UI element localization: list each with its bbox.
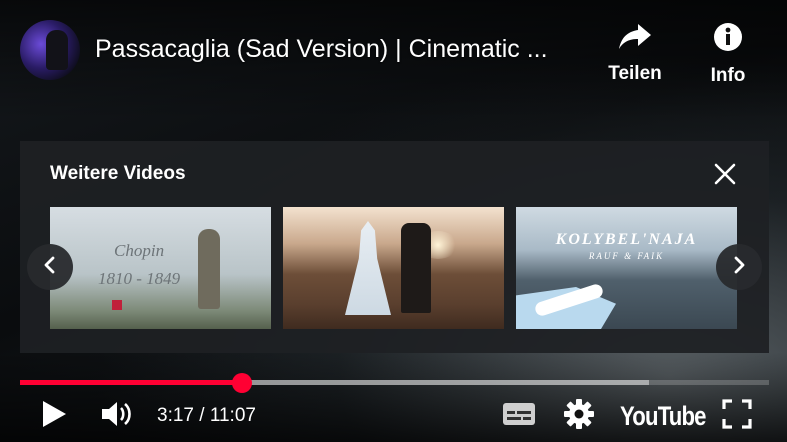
volume-icon [100,399,134,434]
play-icon [40,399,68,434]
time-display: 3:17 / 11:07 [157,405,256,426]
thumbnail-badge [112,300,122,310]
subtitles-button[interactable] [502,398,536,434]
next-videos-button[interactable] [716,244,762,290]
settings-button[interactable] [563,398,595,434]
video-title[interactable]: Passacaglia (Sad Version) | Cinematic ..… [95,34,585,64]
info-label: Info [710,65,746,86]
share-button[interactable]: Teilen [600,22,670,85]
progress-played [20,380,242,385]
video-thumbnail-couple[interactable] [283,207,504,329]
video-thumbnail-chopin[interactable]: Chopin 1810 - 1849 [50,207,271,329]
more-videos-heading: Weitere Videos [50,163,186,184]
progress-bar[interactable] [20,373,769,393]
previous-videos-button[interactable] [27,244,73,290]
thumbnail-bride [345,221,391,315]
thumbnail-caption: Chopin 1810 - 1849 [98,237,180,293]
thumbnail-groom [401,223,431,313]
info-icon [713,22,743,57]
subtitles-icon [502,401,536,432]
progress-scrubber[interactable] [231,373,252,393]
share-label: Teilen [608,63,662,84]
thumbnail-figure [198,229,220,309]
chevron-left-icon [42,255,58,280]
avatar-figure [46,30,68,70]
chevron-right-icon [731,255,747,280]
thumbnail-subtitle: 1810 - 1849 [98,269,181,288]
thumbnail-title: Chopin [114,241,165,260]
info-button[interactable]: Info [700,22,756,87]
thumbnail-title: KOLYBEL'NAJA [555,231,698,248]
youtube-logo[interactable]: YouTube [620,398,707,434]
close-button[interactable] [712,161,738,187]
thumbnail-subtitle: RAUF & FAIK [588,251,665,261]
gear-icon [563,398,595,435]
play-button[interactable] [40,398,68,434]
fullscreen-icon [722,398,752,434]
close-icon [712,163,738,191]
video-thumbnail-kolybelnaja[interactable]: KOLYBEL'NAJA RAUF & FAIK [516,207,737,329]
share-icon [618,22,652,55]
more-videos-panel: Weitere Videos Chopin 1810 - 1849 KOLYBE… [20,141,769,353]
fullscreen-button[interactable] [722,398,752,434]
volume-button[interactable] [100,398,134,434]
channel-avatar[interactable] [20,20,80,80]
